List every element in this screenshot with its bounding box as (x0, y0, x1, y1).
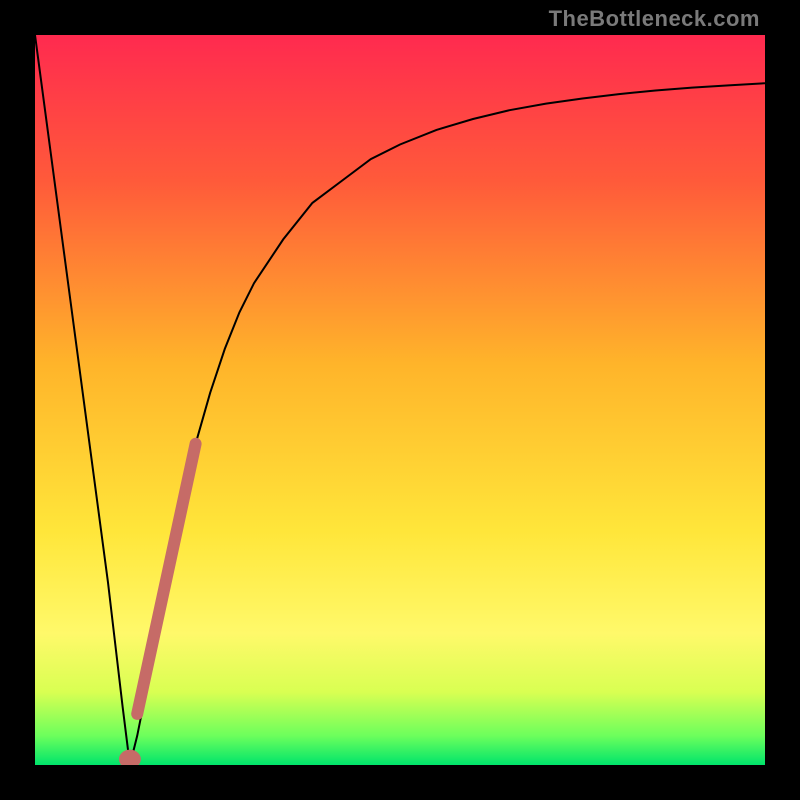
watermark-label: TheBottleneck.com (549, 6, 760, 32)
plot-area (35, 35, 765, 765)
bottleneck-chart (35, 35, 765, 765)
chart-frame: TheBottleneck.com (0, 0, 800, 800)
